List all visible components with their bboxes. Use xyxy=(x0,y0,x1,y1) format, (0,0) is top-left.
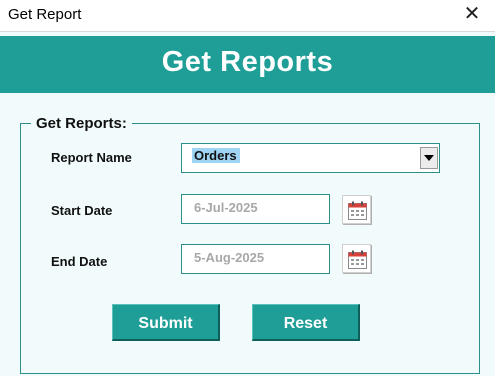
group-legend: Get Reports: xyxy=(31,115,132,132)
chevron-down-icon xyxy=(424,155,434,161)
report-name-value: Orders xyxy=(192,148,240,163)
dropdown-button[interactable] xyxy=(420,147,438,169)
end-date-value: 5-Aug-2025 xyxy=(194,250,265,265)
calendar-icon xyxy=(348,201,367,220)
reset-button[interactable]: Reset xyxy=(252,304,360,341)
window-title: Get Report xyxy=(8,6,82,23)
end-date-label: End Date xyxy=(51,254,108,269)
report-name-label: Report Name xyxy=(51,150,132,165)
end-date-input[interactable]: 5-Aug-2025 xyxy=(181,244,330,274)
submit-button[interactable]: Submit xyxy=(112,304,220,341)
start-date-value: 6-Jul-2025 xyxy=(194,200,258,215)
close-icon[interactable]: ✕ xyxy=(461,3,483,25)
start-date-label: Start Date xyxy=(51,203,113,218)
report-name-select[interactable]: Orders xyxy=(181,143,440,173)
title-bar: Get Report ✕ xyxy=(0,0,495,32)
calendar-icon xyxy=(348,250,367,269)
end-date-calendar-button[interactable] xyxy=(342,244,371,273)
start-date-input[interactable]: 6-Jul-2025 xyxy=(181,194,330,224)
start-date-calendar-button[interactable] xyxy=(342,195,371,224)
header-title: Get Reports xyxy=(161,46,334,78)
header-banner: Get Reports xyxy=(0,36,495,93)
report-window: Get Reports Get Reports: Report Name Ord… xyxy=(0,32,495,376)
